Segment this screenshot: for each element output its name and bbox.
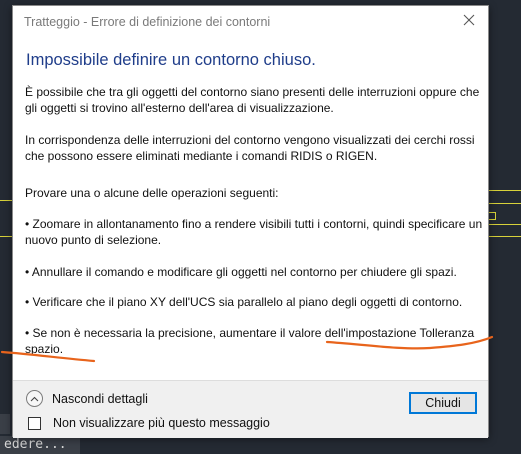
suggestion-item: • Se non è necessaria la precisione, aum… [25, 326, 475, 356]
dialog-title: Tratteggio - Errore di definizione dei c… [24, 15, 271, 29]
suggestion-item: • Annullare il comando e modificare gli … [25, 265, 457, 279]
cad-line [489, 190, 521, 191]
cad-line [0, 200, 12, 201]
chevron-up-icon [26, 390, 43, 407]
dont-show-again-checkbox[interactable] [28, 416, 41, 430]
close-icon [463, 13, 475, 31]
close-button[interactable]: Chiudi [409, 392, 477, 414]
cad-line [489, 236, 521, 237]
dialog-titlebar[interactable]: Tratteggio - Errore di definizione dei c… [13, 6, 488, 38]
error-heading: Impossibile definire un contorno chiuso. [26, 51, 316, 69]
cad-line [489, 203, 521, 204]
explanation-paragraph: È possibile che tra gli oggetti del cont… [25, 85, 480, 115]
cad-line [489, 224, 521, 225]
command-line-history [0, 414, 10, 434]
command-line[interactable]: edere... [0, 436, 80, 454]
dont-show-again-option[interactable]: Non visualizzare più questo messaggio [28, 416, 270, 430]
suggestion-item: • Verificare che il piano XY dell'UCS si… [25, 295, 463, 309]
dialog-footer: Nascondi dettagli Non visualizzare più q… [13, 380, 488, 438]
hide-details-toggle[interactable]: Nascondi dettagli [26, 390, 148, 407]
suggestion-item: • Zoomare in allontanamento fino a rende… [25, 217, 483, 247]
cad-line [0, 236, 12, 237]
instructions-intro: Provare una o alcune delle operazioni se… [25, 186, 279, 200]
explanation-paragraph: In corrispondenza delle interruzioni del… [25, 133, 475, 163]
hide-details-label: Nascondi dettagli [52, 391, 148, 406]
hatch-boundary-error-dialog: Tratteggio - Errore di definizione dei c… [12, 5, 489, 438]
dont-show-again-label: Non visualizzare più questo messaggio [53, 416, 270, 430]
close-dialog-button[interactable] [456, 10, 482, 34]
